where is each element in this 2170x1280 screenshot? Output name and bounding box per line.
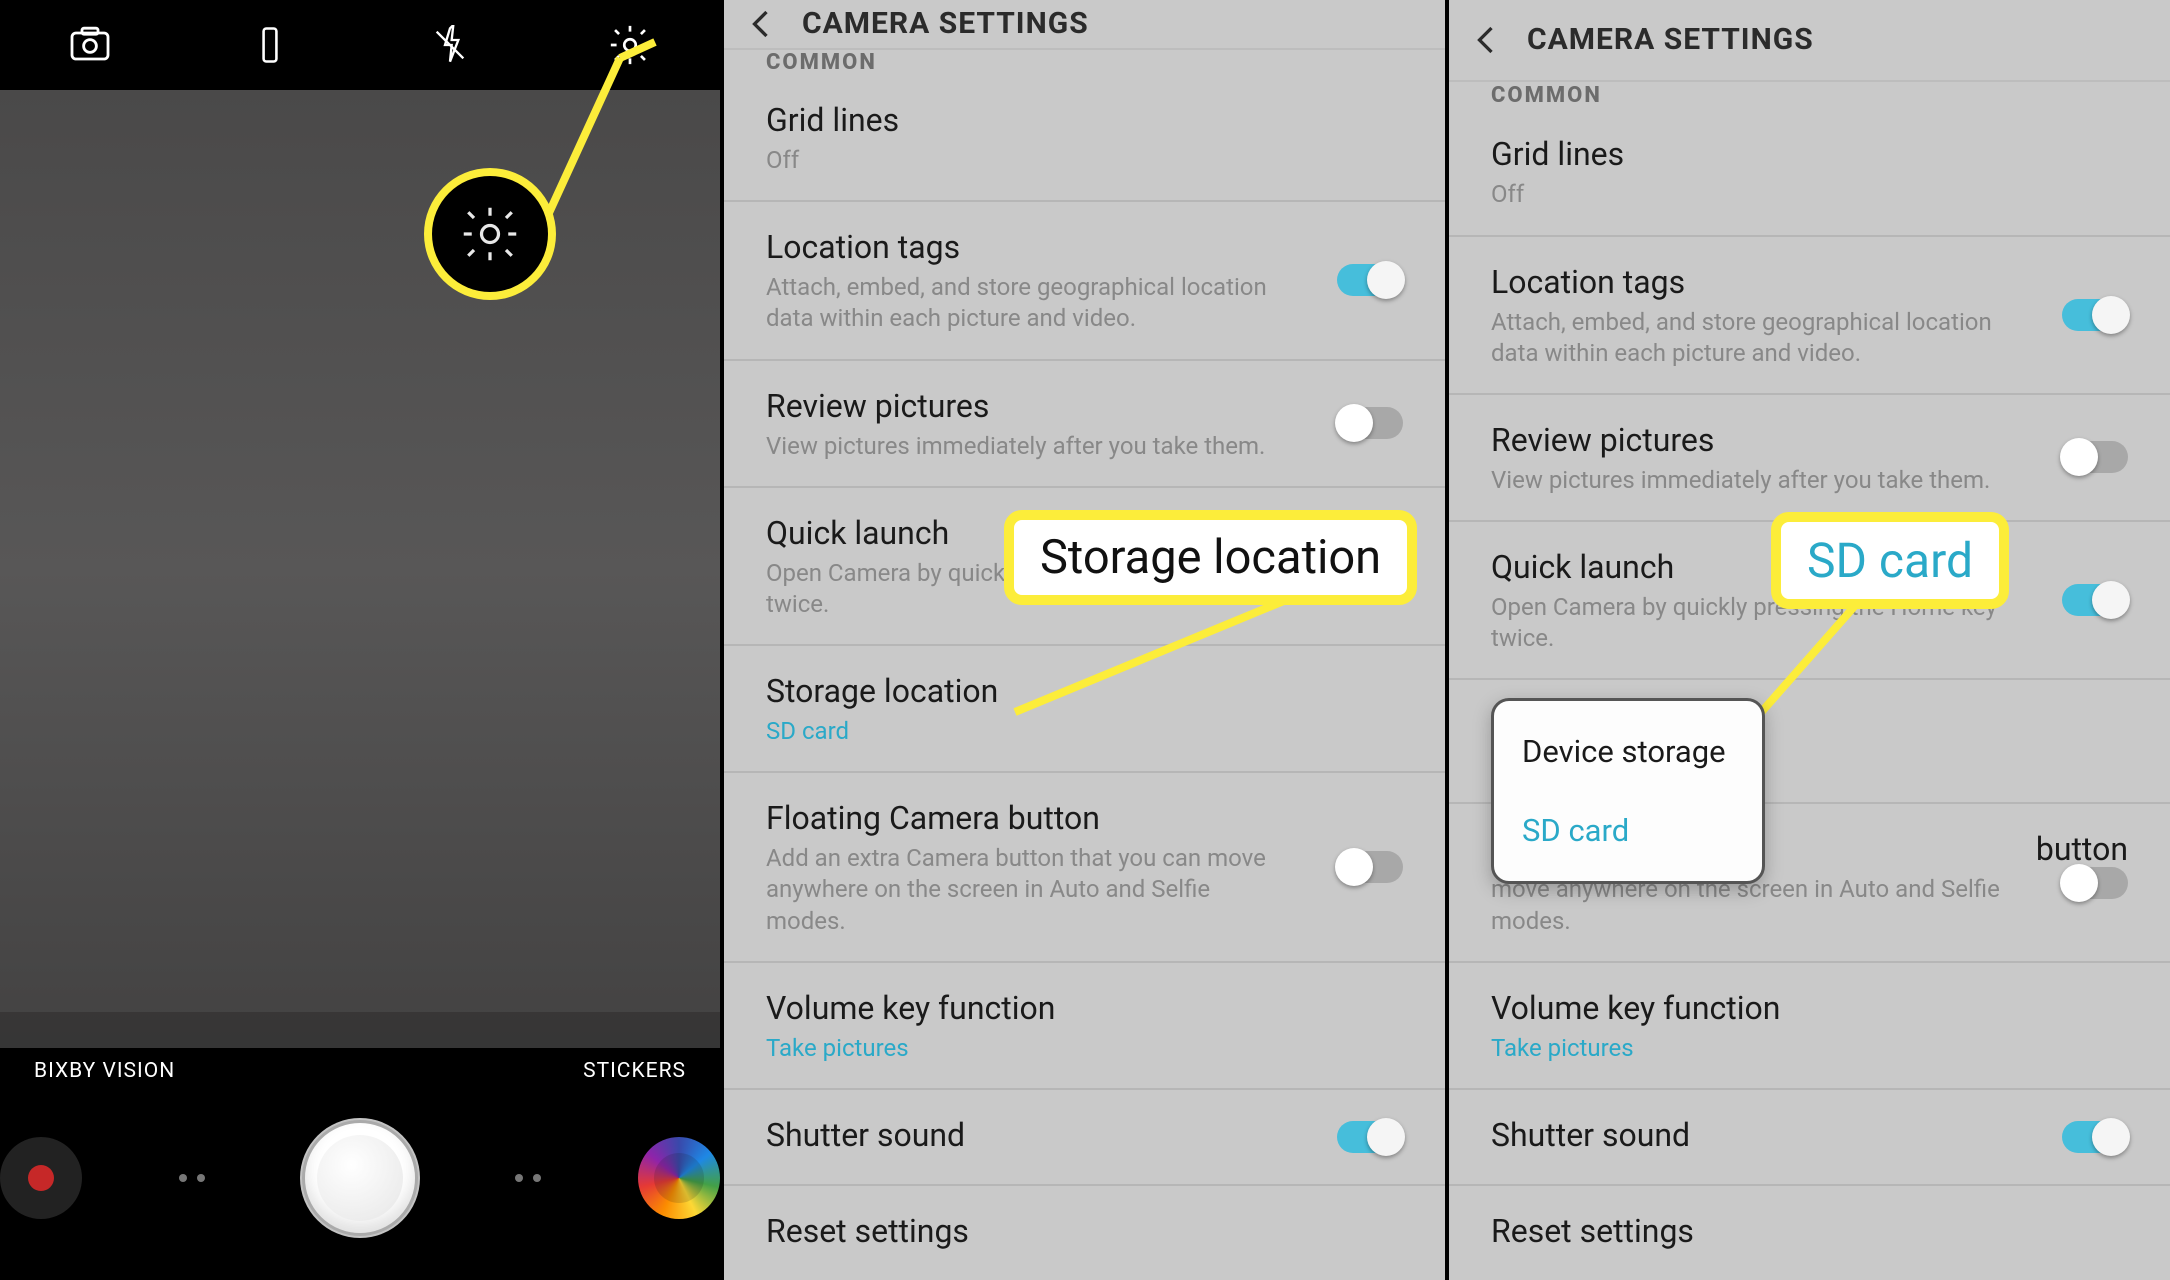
settings-title: CAMERA SETTINGS: [802, 6, 1089, 41]
gear-icon[interactable]: [600, 15, 660, 75]
row-sub: Add an extra Camera button that you can …: [766, 843, 1286, 937]
row-sub: Off: [766, 145, 1286, 176]
row-sub: Take pictures: [1491, 1033, 2011, 1064]
callout-sd-card: SD card: [1771, 512, 2009, 609]
callout-storage-location: Storage location: [1004, 510, 1417, 605]
gallery-thumbnail[interactable]: [638, 1137, 720, 1219]
row-title: Grid lines: [766, 101, 1403, 139]
settings-title: CAMERA SETTINGS: [1527, 22, 1814, 57]
photo-size-icon[interactable]: [60, 15, 120, 75]
row-title: Volume key function: [766, 989, 1403, 1027]
row-location-tags[interactable]: Location tags Attach, embed, and store g…: [724, 202, 1445, 360]
camera-app: BIXBY VISION STICKERS: [0, 0, 720, 1280]
section-common: COMMON: [724, 50, 1445, 75]
storage-popup: Device storage SD card: [1491, 698, 1765, 884]
row-title: Reset settings: [1491, 1212, 2128, 1250]
settings-pane-2: CAMERA SETTINGS COMMON Grid lines Off Lo…: [1445, 0, 2170, 1280]
row-sub: Attach, embed, and store geographical lo…: [1491, 307, 2011, 369]
row-storage-location[interactable]: Storage location SD card: [724, 646, 1445, 773]
mode-dots-right: [498, 1174, 558, 1182]
back-icon[interactable]: [1469, 22, 1505, 58]
row-sub: Off: [1491, 179, 2011, 210]
fullscreen-icon[interactable]: [240, 15, 300, 75]
settings-header: CAMERA SETTINGS: [724, 0, 1445, 50]
row-volume-key[interactable]: Volume key function Take pictures: [1449, 963, 2170, 1090]
popup-sd-card[interactable]: SD card: [1522, 812, 1734, 849]
row-location-tags[interactable]: Location tags Attach, embed, and store g…: [1449, 237, 2170, 395]
toggle-location-tags[interactable]: [2062, 299, 2128, 331]
row-reset-settings[interactable]: Reset settings: [724, 1186, 1445, 1280]
camera-topbar: [0, 0, 720, 90]
row-grid-lines[interactable]: Grid lines Off: [1449, 109, 2170, 236]
row-sub: View pictures immediately after you take…: [1491, 465, 2011, 496]
camera-viewfinder[interactable]: [0, 90, 720, 1048]
row-volume-key[interactable]: Volume key function Take pictures: [724, 963, 1445, 1090]
mode-dots-left: [162, 1174, 222, 1182]
row-title: Volume key function: [1491, 989, 2128, 1027]
row-title: Review pictures: [766, 387, 1403, 425]
bixby-vision-button[interactable]: BIXBY VISION: [34, 1059, 175, 1083]
settings-header: CAMERA SETTINGS: [1449, 0, 2170, 82]
toggle-floating-camera[interactable]: [1337, 851, 1403, 883]
callout-text: SD card: [1807, 532, 1973, 589]
gear-highlight: [432, 176, 548, 292]
row-sub: Attach, embed, and store geographical lo…: [766, 272, 1286, 334]
row-sub: View pictures immediately after you take…: [766, 431, 1286, 462]
stickers-button[interactable]: STICKERS: [583, 1059, 686, 1083]
row-title: Shutter sound: [766, 1116, 1403, 1154]
back-icon[interactable]: [744, 6, 780, 42]
row-title: Storage location: [766, 672, 1403, 710]
flash-off-icon[interactable]: [420, 15, 480, 75]
row-shutter-sound[interactable]: Shutter sound: [724, 1090, 1445, 1186]
popup-device-storage[interactable]: Device storage: [1522, 733, 1734, 770]
callout-text: Storage location: [1040, 530, 1381, 585]
row-title: Shutter sound: [1491, 1116, 2128, 1154]
row-review-pictures[interactable]: Review pictures View pictures immediatel…: [1449, 395, 2170, 522]
toggle-review-pictures[interactable]: [1337, 407, 1403, 439]
toggle-review-pictures[interactable]: [2062, 441, 2128, 473]
shutter-button[interactable]: [302, 1120, 418, 1236]
toggle-shutter-sound[interactable]: [2062, 1121, 2128, 1153]
toggle-quick-launch[interactable]: [2062, 584, 2128, 616]
toggle-floating-camera[interactable]: [2062, 867, 2128, 899]
row-shutter-sound[interactable]: Shutter sound: [1449, 1090, 2170, 1186]
row-title: Location tags: [1491, 263, 2128, 301]
record-button[interactable]: [0, 1137, 82, 1219]
row-floating-camera[interactable]: Floating Camera button Add an extra Came…: [724, 773, 1445, 963]
toggle-location-tags[interactable]: [1337, 264, 1403, 296]
toggle-shutter-sound[interactable]: [1337, 1121, 1403, 1153]
row-title: Grid lines: [1491, 135, 2128, 173]
row-title: Reset settings: [766, 1212, 1403, 1250]
row-reset-settings[interactable]: Reset settings: [1449, 1186, 2170, 1280]
row-sub: SD card: [766, 716, 1286, 747]
row-title: Location tags: [766, 228, 1403, 266]
section-common: COMMON: [1449, 82, 2170, 110]
settings-pane-1: CAMERA SETTINGS COMMON Grid lines Off Lo…: [720, 0, 1445, 1280]
row-grid-lines[interactable]: Grid lines Off: [724, 75, 1445, 202]
row-title: Floating Camera button: [766, 799, 1403, 837]
row-review-pictures[interactable]: Review pictures View pictures immediatel…: [724, 361, 1445, 488]
row-title: Review pictures: [1491, 421, 2128, 459]
row-sub: Take pictures: [766, 1033, 1286, 1064]
